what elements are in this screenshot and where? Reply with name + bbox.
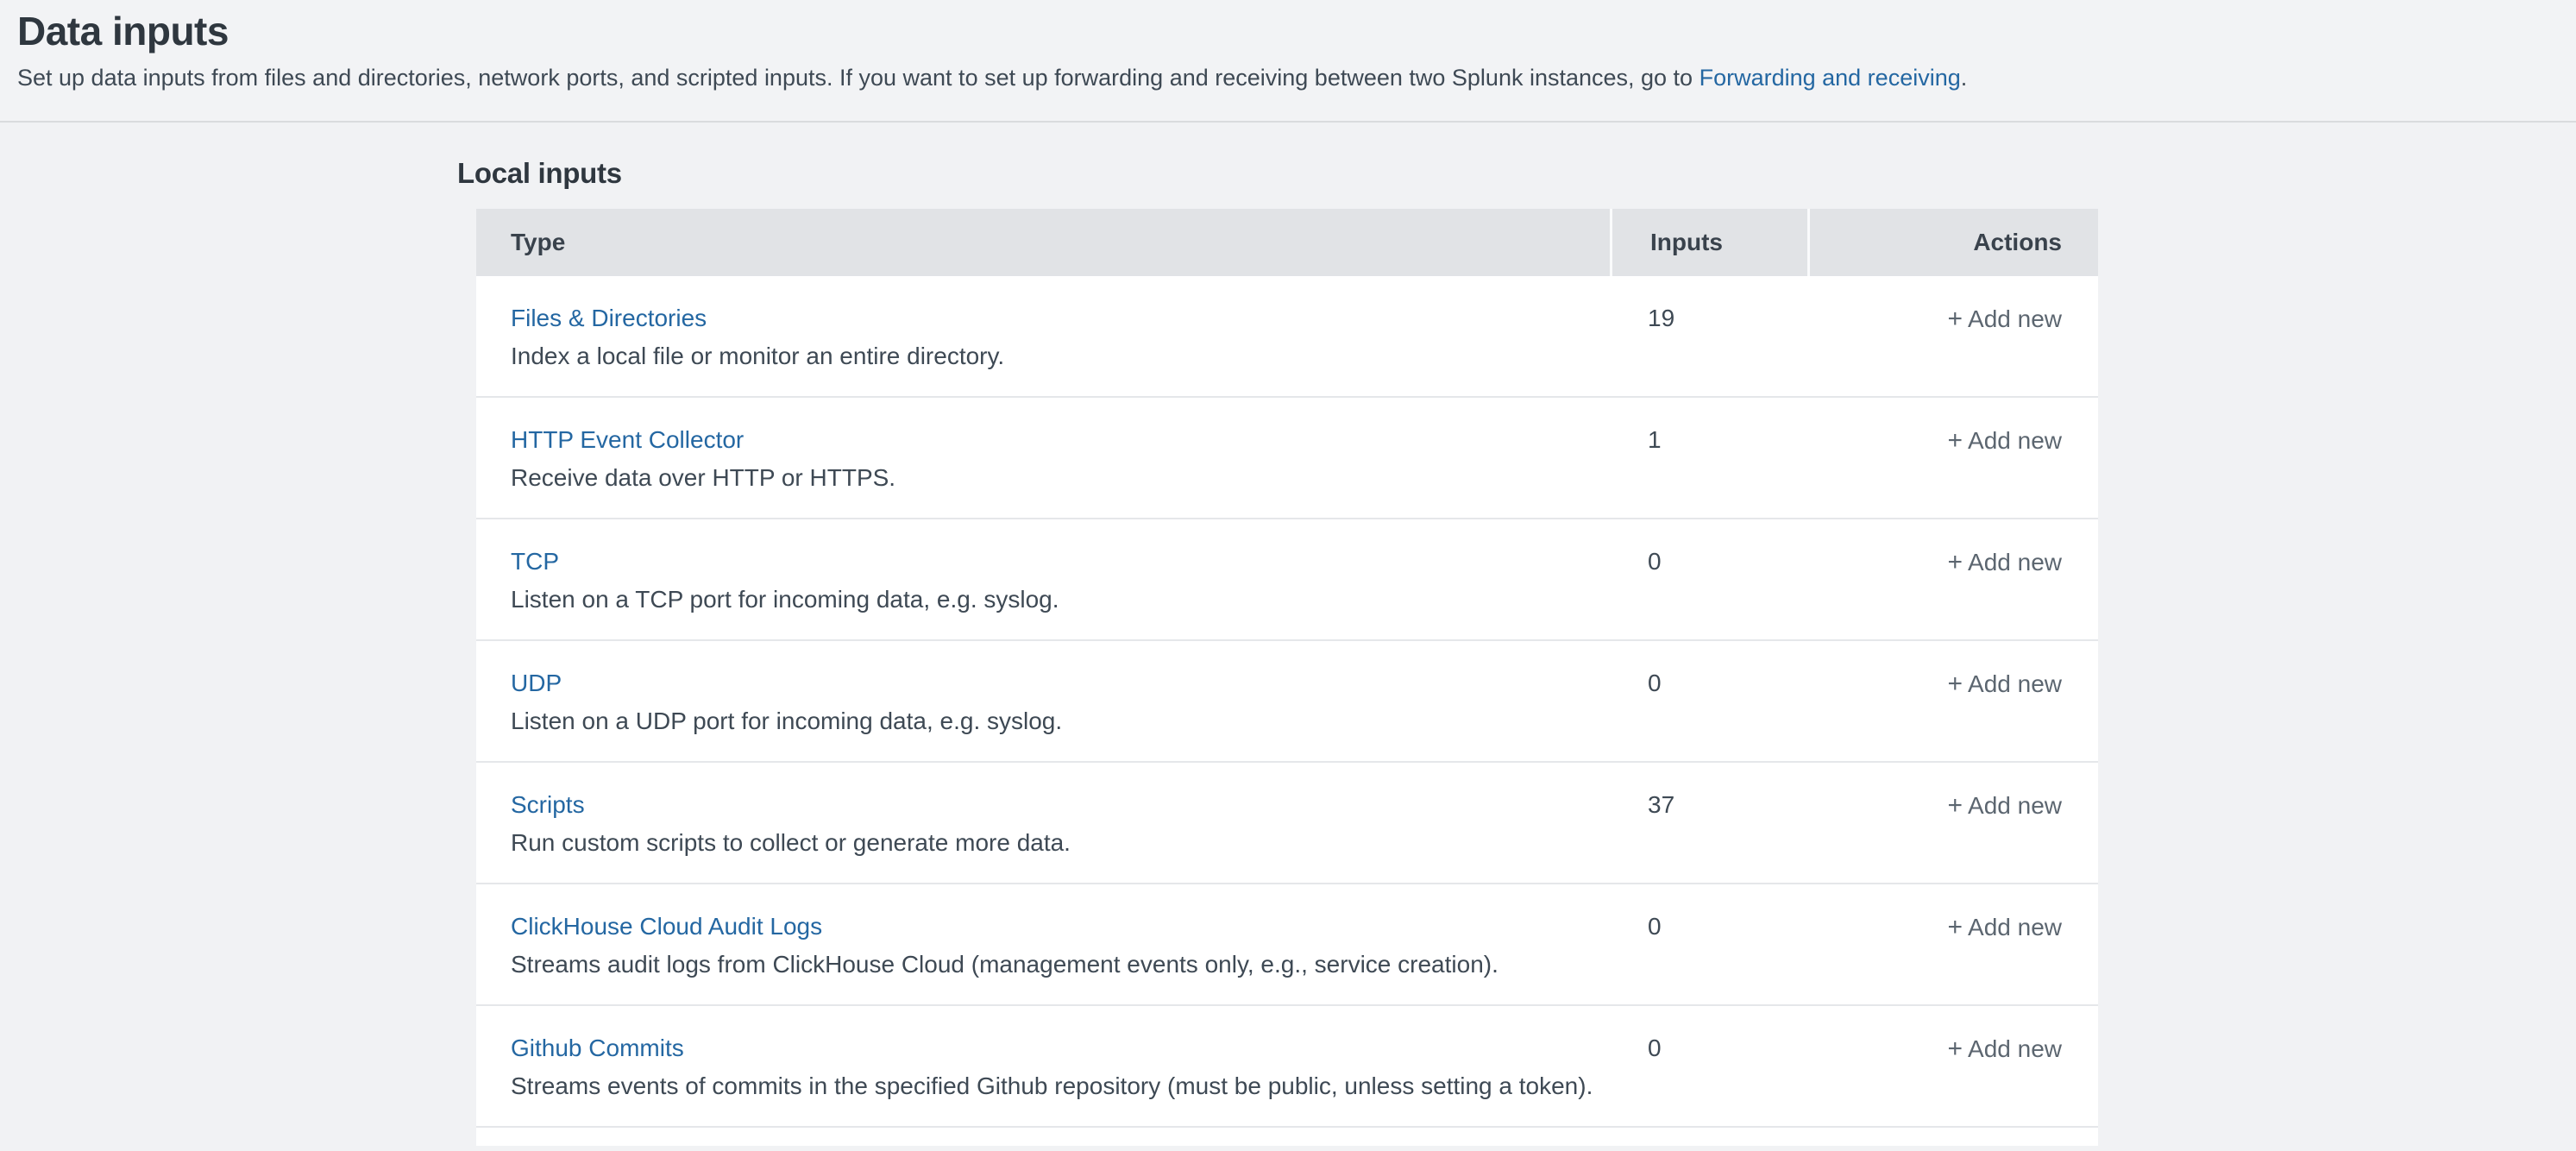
actions-cell: +Add new	[1807, 398, 2098, 518]
add-new-button[interactable]: +Add new	[1948, 549, 2063, 576]
type-cell: Files & Directories Index a local file o…	[476, 276, 1610, 396]
input-type-description: Index a local file or monitor an entire …	[511, 341, 1593, 371]
actions-cell: +Add new	[1807, 519, 2098, 639]
actions-cell: +Add new	[1807, 641, 2098, 761]
add-new-label: Add new	[1968, 792, 2062, 819]
input-type-description: Receive data over HTTP or HTTPS.	[511, 462, 1593, 493]
local-inputs-table: Type Inputs Actions Files & Directories …	[476, 209, 2098, 1146]
table-row: TCP Listen on a TCP port for incoming da…	[476, 519, 2098, 641]
page-header: Data inputs Set up data inputs from file…	[0, 0, 2576, 123]
type-cell: UDP Listen on a UDP port for incoming da…	[476, 641, 1610, 761]
inputs-count: 1	[1648, 426, 1662, 453]
inputs-cell: 0	[1610, 641, 1807, 761]
inputs-cell: 0	[1610, 1006, 1807, 1126]
input-type-description: Streams audit logs from ClickHouse Cloud…	[511, 949, 1593, 979]
actions-cell: +Add new	[1807, 884, 2098, 1004]
forwarding-and-receiving-link[interactable]: Forwarding and receiving	[1700, 65, 1961, 91]
add-new-label: Add new	[1968, 1035, 2062, 1062]
table-row: Github Commits Streams events of commits…	[476, 1006, 2098, 1128]
add-new-label: Add new	[1968, 914, 2062, 940]
input-type-link[interactable]: Github Commits	[511, 1034, 684, 1063]
type-cell: ClickHouse Cloud Audit Logs Streams audi…	[476, 884, 1610, 1004]
input-type-description: Run custom scripts to collect or generat…	[511, 827, 1593, 858]
add-new-button[interactable]: +Add new	[1948, 914, 2063, 940]
page-title: Data inputs	[17, 9, 2559, 54]
column-header-actions: Actions	[1807, 209, 2098, 276]
plus-icon: +	[1948, 670, 1963, 698]
inputs-cell: 19	[1610, 276, 1807, 396]
actions-cell: +Add new	[1807, 276, 2098, 396]
add-new-label: Add new	[1968, 305, 2062, 332]
plus-icon: +	[1948, 791, 1963, 820]
plus-icon: +	[1948, 913, 1963, 941]
inputs-cell: 1	[1610, 398, 1807, 518]
local-inputs-heading: Local inputs	[457, 157, 2576, 190]
plus-icon: +	[1948, 548, 1963, 576]
inputs-count: 0	[1648, 1035, 1662, 1061]
input-type-link[interactable]: UDP	[511, 669, 562, 698]
add-new-label: Add new	[1968, 427, 2062, 454]
table-header-row: Type Inputs Actions	[476, 209, 2098, 276]
column-header-inputs: Inputs	[1610, 209, 1807, 276]
actions-cell: +Add new	[1807, 763, 2098, 883]
inputs-count: 37	[1648, 791, 1674, 818]
table-row: Files & Directories Index a local file o…	[476, 276, 2098, 398]
type-cell: Github Commits Streams events of commits…	[476, 1006, 1610, 1126]
input-type-link[interactable]: ClickHouse Cloud Audit Logs	[511, 912, 822, 941]
page-subtitle: Set up data inputs from files and direct…	[17, 63, 2559, 93]
inputs-cell: 0	[1610, 884, 1807, 1004]
add-new-button[interactable]: +Add new	[1948, 427, 2063, 454]
add-new-label: Add new	[1968, 549, 2062, 576]
add-new-button[interactable]: +Add new	[1948, 1035, 2063, 1062]
inputs-cell: 0	[1610, 519, 1807, 639]
table-body: Files & Directories Index a local file o…	[476, 276, 2098, 1128]
type-cell: Scripts Run custom scripts to collect or…	[476, 763, 1610, 883]
inputs-count: 19	[1648, 305, 1674, 331]
input-type-description: Streams events of commits in the specifi…	[511, 1071, 1593, 1101]
table-row: Scripts Run custom scripts to collect or…	[476, 763, 2098, 884]
table-row: HTTP Event Collector Receive data over H…	[476, 398, 2098, 519]
add-new-button[interactable]: +Add new	[1948, 305, 2063, 332]
inputs-count: 0	[1648, 913, 1662, 940]
column-header-type: Type	[476, 209, 1610, 276]
add-new-button[interactable]: +Add new	[1948, 792, 2063, 819]
input-type-description: Listen on a UDP port for incoming data, …	[511, 706, 1593, 736]
inputs-count: 0	[1648, 670, 1662, 696]
inputs-count: 0	[1648, 548, 1662, 575]
input-type-link[interactable]: HTTP Event Collector	[511, 425, 744, 455]
actions-cell: +Add new	[1807, 1006, 2098, 1126]
table-row: ClickHouse Cloud Audit Logs Streams audi…	[476, 884, 2098, 1006]
page-subtitle-text: Set up data inputs from files and direct…	[17, 65, 1700, 91]
table-row: UDP Listen on a UDP port for incoming da…	[476, 641, 2098, 763]
inputs-cell: 37	[1610, 763, 1807, 883]
add-new-button[interactable]: +Add new	[1948, 670, 2063, 697]
input-type-link[interactable]: TCP	[511, 547, 559, 576]
add-new-label: Add new	[1968, 670, 2062, 697]
plus-icon: +	[1948, 1035, 1963, 1063]
input-type-link[interactable]: Files & Directories	[511, 304, 707, 333]
next-row-partial	[476, 1128, 2098, 1146]
input-type-link[interactable]: Scripts	[511, 790, 585, 820]
input-type-description: Listen on a TCP port for incoming data, …	[511, 584, 1593, 614]
plus-icon: +	[1948, 305, 1963, 333]
page-subtitle-period: .	[1961, 65, 1968, 91]
type-cell: HTTP Event Collector Receive data over H…	[476, 398, 1610, 518]
plus-icon: +	[1948, 426, 1963, 455]
type-cell: TCP Listen on a TCP port for incoming da…	[476, 519, 1610, 639]
